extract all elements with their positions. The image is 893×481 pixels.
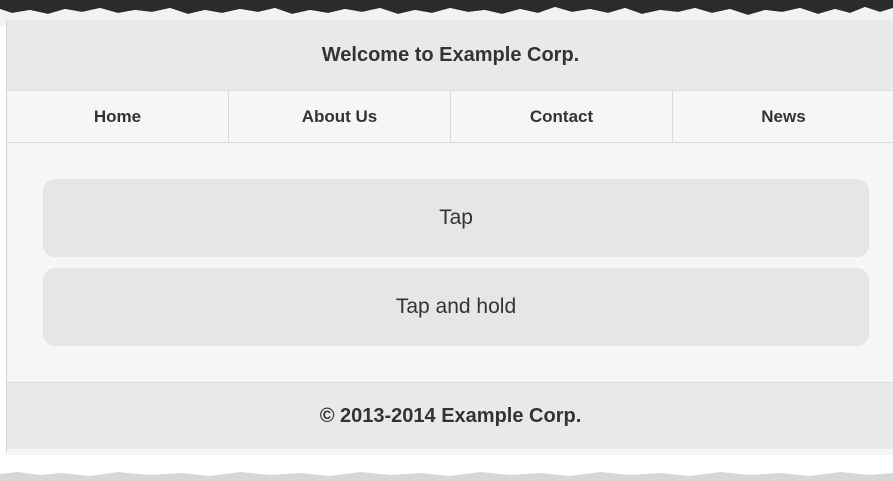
nav-tab-home[interactable]: Home [7,91,229,142]
page-footer: © 2013-2014 Example Corp. [7,382,893,449]
nav-tab-contact[interactable]: Contact [451,91,673,142]
navbar: Home About Us Contact News [7,91,893,143]
tap-button[interactable]: Tap [43,179,869,257]
torn-paper-bottom-edge [0,452,893,481]
nav-tab-about-us[interactable]: About Us [229,91,451,142]
page-content: Tap Tap and hold [7,143,893,382]
footer-copyright: © 2013-2014 Example Corp. [319,404,582,427]
screenshot-frame: Welcome to Example Corp. Home About Us C… [0,0,893,481]
nav-tab-news[interactable]: News [673,91,893,142]
tap-and-hold-button[interactable]: Tap and hold [43,268,869,346]
mobile-page: Welcome to Example Corp. Home About Us C… [6,20,893,454]
page-title: Welcome to Example Corp. [321,43,580,66]
page-header: Welcome to Example Corp. [7,20,893,91]
